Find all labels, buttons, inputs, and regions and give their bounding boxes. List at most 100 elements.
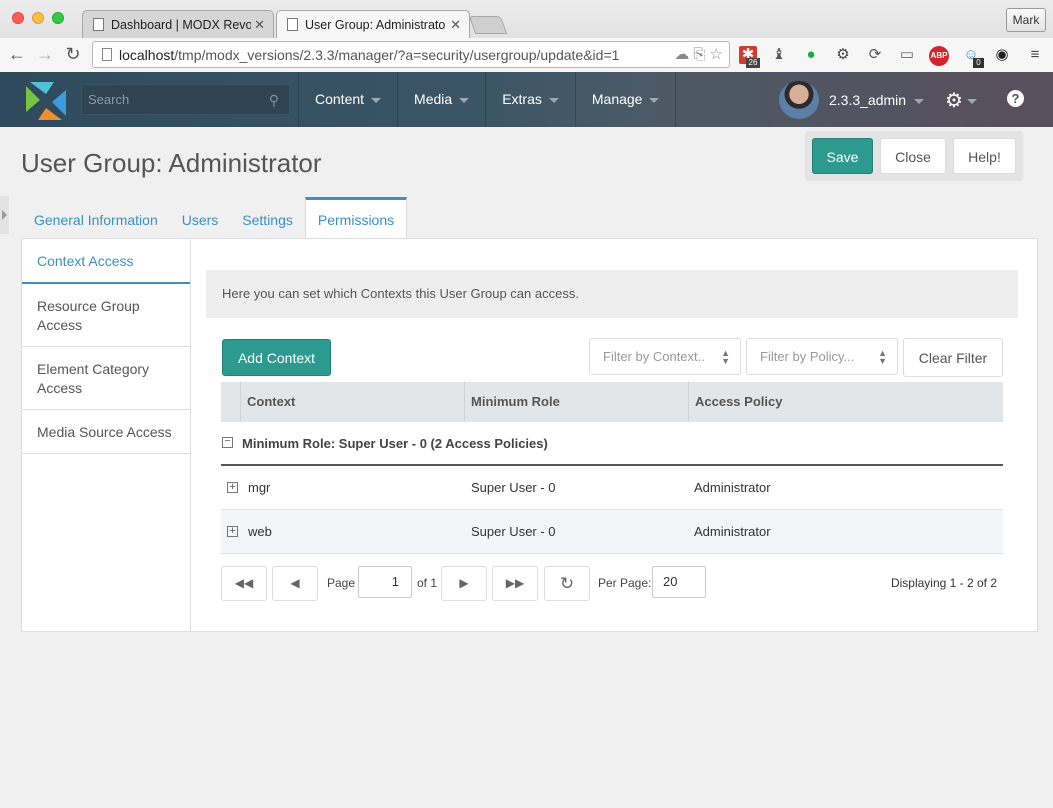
avatar[interactable] xyxy=(779,81,819,119)
sync-icon[interactable]: ⟳ xyxy=(866,46,884,64)
cast-icon[interactable]: ▭ xyxy=(898,46,916,64)
chevron-down-icon xyxy=(371,97,382,103)
expand-icon[interactable]: + xyxy=(227,482,238,493)
minimize-window-button[interactable] xyxy=(32,12,44,24)
reload-icon[interactable]: ↻ xyxy=(62,44,84,65)
display-count: Displaying 1 - 2 of 2 xyxy=(890,576,997,590)
adblock-icon[interactable]: ABP xyxy=(929,46,949,66)
tab-settings[interactable]: Settings xyxy=(230,197,305,239)
page-title: User Group: Administrator xyxy=(21,148,322,178)
close-button[interactable]: Close xyxy=(880,138,946,174)
browser-tab-usergroup[interactable]: User Group: Administrator ✕ xyxy=(276,10,470,40)
vtab-context-access[interactable]: Context Access xyxy=(22,239,190,284)
collapse-icon[interactable]: − xyxy=(222,437,233,448)
chess-icon[interactable]: ♝ xyxy=(770,46,788,64)
search-placeholder: Search xyxy=(88,92,130,107)
column-header-minimum-role[interactable]: Minimum Role xyxy=(464,382,688,422)
bookmark-star-icon[interactable]: ☁ ⎘ ☆ xyxy=(674,45,723,63)
chevron-down-icon xyxy=(548,97,559,103)
cell-minimum-role: Super User - 0 xyxy=(471,524,556,539)
extension-badge: 26 xyxy=(746,58,760,68)
cell-access-policy: Administrator xyxy=(694,480,771,495)
sidebar-toggle[interactable] xyxy=(0,196,9,234)
settings-menu[interactable]: ⚙ xyxy=(945,88,977,113)
select-arrows-icon: ▲ ▼ xyxy=(721,348,730,366)
page-number-input[interactable]: 1 xyxy=(358,566,412,598)
select-arrows-icon: ▲ ▼ xyxy=(878,348,887,366)
vtab-element-category-access[interactable]: Element Category Access xyxy=(22,347,190,410)
new-tab-button[interactable] xyxy=(468,16,508,34)
maximize-window-button[interactable] xyxy=(52,12,64,24)
vtab-media-source-access[interactable]: Media Source Access xyxy=(22,410,190,454)
last-page-icon[interactable]: ▶▶ xyxy=(492,566,538,601)
browser-tab-dashboard[interactable]: Dashboard | MODX Revolu ✕ xyxy=(82,10,274,38)
refresh-icon[interactable]: ↻ xyxy=(544,566,590,601)
per-page-label: Per Page: xyxy=(598,576,652,590)
chevron-down-icon xyxy=(649,97,660,103)
nav-media[interactable]: Media xyxy=(397,72,485,127)
tab-label: Dashboard | MODX Revolu xyxy=(111,18,251,32)
menu-icon[interactable]: ≡ xyxy=(1026,46,1044,64)
forward-icon[interactable]: → xyxy=(34,44,56,65)
page-count-label: of 1 xyxy=(417,576,438,590)
page-icon xyxy=(287,18,298,31)
vtab-resource-group-access[interactable]: Resource Group Access xyxy=(22,284,190,347)
eye-icon[interactable]: ◉ xyxy=(993,46,1011,64)
context-access-grid: Context Minimum Role Access Policy − Min… xyxy=(221,382,1003,554)
close-tab-icon[interactable]: ✕ xyxy=(450,17,461,33)
evernote-icon[interactable]: ● xyxy=(802,46,820,64)
cell-context: mgr xyxy=(248,480,271,495)
cell-minimum-role: Super User - 0 xyxy=(471,480,556,495)
tab-users[interactable]: Users xyxy=(170,197,231,239)
next-page-icon[interactable]: ▶ xyxy=(441,566,487,601)
gear-icon: ⚙ xyxy=(945,90,963,112)
per-page-input[interactable]: 20 xyxy=(652,566,706,598)
url-path: /tmp/modx_versions/2.3.3/manager/?a=secu… xyxy=(174,47,620,63)
expand-icon[interactable]: + xyxy=(227,526,238,537)
grid-header-spacer xyxy=(221,382,240,422)
save-button[interactable]: Save xyxy=(812,138,873,174)
browser-titlebar: Dashboard | MODX Revolu ✕ User Group: Ad… xyxy=(0,0,1053,72)
modx-logo-icon[interactable] xyxy=(26,82,66,120)
search-input[interactable]: Search ⚲ xyxy=(81,84,290,115)
page-icon xyxy=(93,18,104,31)
cell-context: web xyxy=(248,524,272,539)
tab-permissions[interactable]: Permissions xyxy=(304,197,408,239)
column-header-access-policy[interactable]: Access Policy xyxy=(688,382,1003,422)
nav-extras[interactable]: Extras xyxy=(485,72,575,127)
group-header-row[interactable]: − Minimum Role: Super User - 0 (2 Access… xyxy=(221,422,1003,466)
address-bar[interactable]: localhost/tmp/modx_versions/2.3.3/manage… xyxy=(92,41,730,68)
close-window-button[interactable] xyxy=(12,12,24,24)
group-label: Minimum Role: Super User - 0 (2 Access P… xyxy=(242,436,548,451)
filter-policy-placeholder: Filter by Policy... xyxy=(760,349,855,364)
user-menu[interactable]: 2.3.3_admin xyxy=(829,92,925,108)
column-header-context[interactable]: Context xyxy=(240,382,464,422)
top-navigation: Content Media Extras Manage xyxy=(298,72,677,127)
main-tabs: General Information Users Settings Permi… xyxy=(22,197,408,239)
page-label: Page xyxy=(327,576,356,590)
nav-manage[interactable]: Manage xyxy=(574,72,677,127)
settings-extension-icon[interactable]: ⚙ xyxy=(834,46,852,64)
search-icon: ⚲ xyxy=(268,92,279,108)
add-context-button[interactable]: Add Context xyxy=(222,339,331,376)
nav-content[interactable]: Content xyxy=(298,72,397,127)
browser-toolbar: ← → ↻ localhost/tmp/modx_versions/2.3.3/… xyxy=(0,38,1053,72)
tab-general-information[interactable]: General Information xyxy=(22,197,170,239)
table-row[interactable]: + mgr Super User - 0 Administrator xyxy=(221,466,1003,510)
filter-context-placeholder: Filter by Context.. xyxy=(603,349,705,364)
profile-button[interactable]: Mark xyxy=(1006,8,1046,32)
grid-header: Context Minimum Role Access Policy xyxy=(221,382,1003,422)
filter-by-context-select[interactable]: Filter by Context.. ▲ ▼ xyxy=(589,338,741,375)
clear-filter-button[interactable]: Clear Filter xyxy=(903,338,1003,377)
previous-page-icon[interactable]: ◀ xyxy=(272,566,318,601)
back-icon[interactable]: ← xyxy=(6,44,28,65)
first-page-icon[interactable]: ◀◀ xyxy=(221,566,267,601)
help-button[interactable]: Help! xyxy=(953,138,1016,174)
permissions-vertical-tabs: Context Access Resource Group Access Ele… xyxy=(22,239,191,631)
table-row[interactable]: + web Super User - 0 Administrator xyxy=(221,510,1003,554)
help-icon[interactable]: ? xyxy=(1007,90,1024,107)
permissions-panel: Context Access Resource Group Access Ele… xyxy=(21,238,1038,632)
close-tab-icon[interactable]: ✕ xyxy=(254,17,265,33)
filter-by-policy-select[interactable]: Filter by Policy... ▲ ▼ xyxy=(746,338,898,375)
username-label: 2.3.3_admin xyxy=(829,92,907,108)
